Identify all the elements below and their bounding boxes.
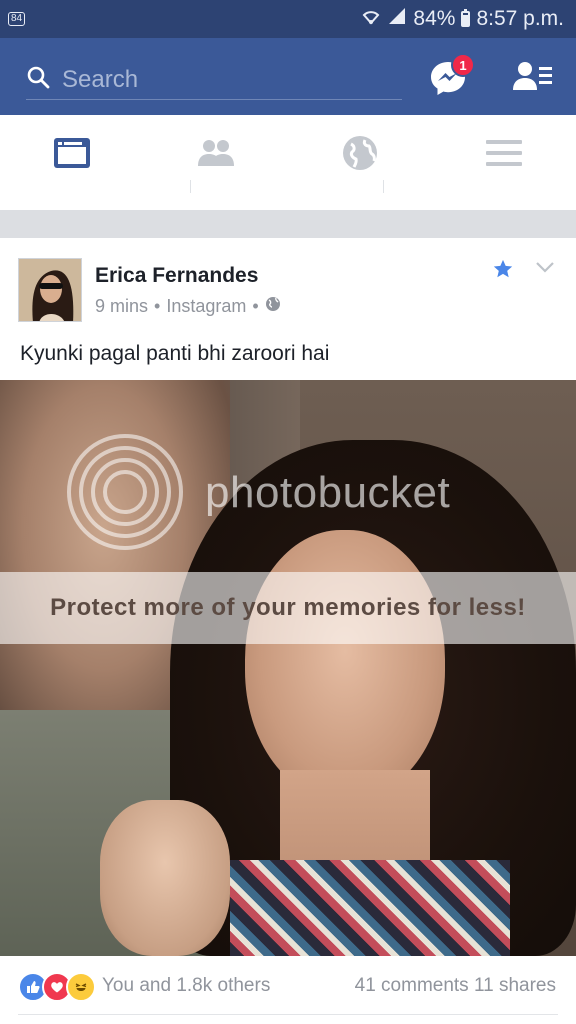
shares-count[interactable]: 11 shares: [474, 975, 556, 996]
separator-dot: •: [154, 296, 161, 316]
top-bar: Search 1: [0, 38, 576, 115]
reactions-summary[interactable]: You and 1.8k others: [102, 975, 270, 997]
menu-icon: [485, 138, 523, 173]
post-time[interactable]: 9 mins: [95, 296, 148, 317]
tab-bar: [0, 115, 576, 194]
tab-news-feed[interactable]: [52, 135, 92, 175]
notification-count-badge: 84: [8, 12, 26, 26]
search-icon: [26, 65, 50, 94]
photo-hand: [100, 800, 230, 956]
photo-blouse: [230, 860, 510, 956]
post-photo[interactable]: photobucket Protect more of your memorie…: [0, 380, 576, 956]
watermark-logo-icon: [65, 432, 185, 552]
search-placeholder: Search: [62, 65, 139, 93]
author-avatar[interactable]: [18, 258, 82, 322]
watermark-brand: photobucket: [205, 468, 451, 517]
friend-requests-button[interactable]: [512, 58, 556, 98]
status-bar: 84 84% 8:57 p.m.: [0, 0, 576, 38]
post-text: Kyunki pagal panti bhi zaroori hai: [20, 342, 330, 365]
signal-icon: [387, 7, 407, 31]
engagement-counts: 41 comments 11 shares: [355, 975, 556, 997]
feed-separator: [0, 210, 576, 238]
reaction-icons[interactable]: [18, 972, 96, 1002]
haha-reaction-icon: [66, 972, 96, 1002]
tab-friends[interactable]: [196, 135, 236, 175]
tab-notifications[interactable]: [340, 135, 380, 175]
comments-count[interactable]: 41 comments: [355, 975, 469, 996]
watermark-banner: Protect more of your memories for less!: [0, 572, 576, 644]
favorite-star-icon[interactable]: [492, 258, 514, 285]
tab-menu[interactable]: [484, 135, 524, 175]
post-author-name[interactable]: Erica Fernandes: [95, 264, 258, 288]
post-options-chevron-icon[interactable]: [535, 260, 555, 279]
post-meta: 9 mins • Instagram •: [95, 296, 281, 317]
watermark-banner-text: Protect more of your memories for less!: [50, 594, 526, 621]
divider: [18, 1014, 558, 1015]
divider: [190, 180, 191, 193]
post-reactions-bar: You and 1.8k others 41 comments 11 share…: [0, 956, 576, 1024]
divider: [383, 180, 384, 193]
battery-icon: [461, 9, 471, 27]
messenger-icon: [428, 62, 468, 102]
public-globe-icon: [265, 296, 281, 317]
news-feed-icon: [52, 136, 92, 175]
post-source: Instagram: [166, 296, 247, 316]
battery-percent: 84%: [413, 7, 456, 30]
notifications-globe-icon: [341, 134, 379, 177]
composer-remnant: [0, 193, 576, 210]
friend-requests-icon: [512, 62, 556, 102]
wifi-icon: [361, 7, 381, 31]
post-card: Erica Fernandes 9 mins • Instagram • Kyu…: [0, 238, 576, 380]
photo-woman-face: [245, 530, 445, 800]
messenger-badge: 1: [451, 53, 475, 77]
friends-icon: [196, 136, 236, 175]
search-input[interactable]: Search: [26, 60, 402, 100]
clock: 8:57 p.m.: [476, 7, 564, 30]
separator-dot: •: [252, 296, 259, 316]
